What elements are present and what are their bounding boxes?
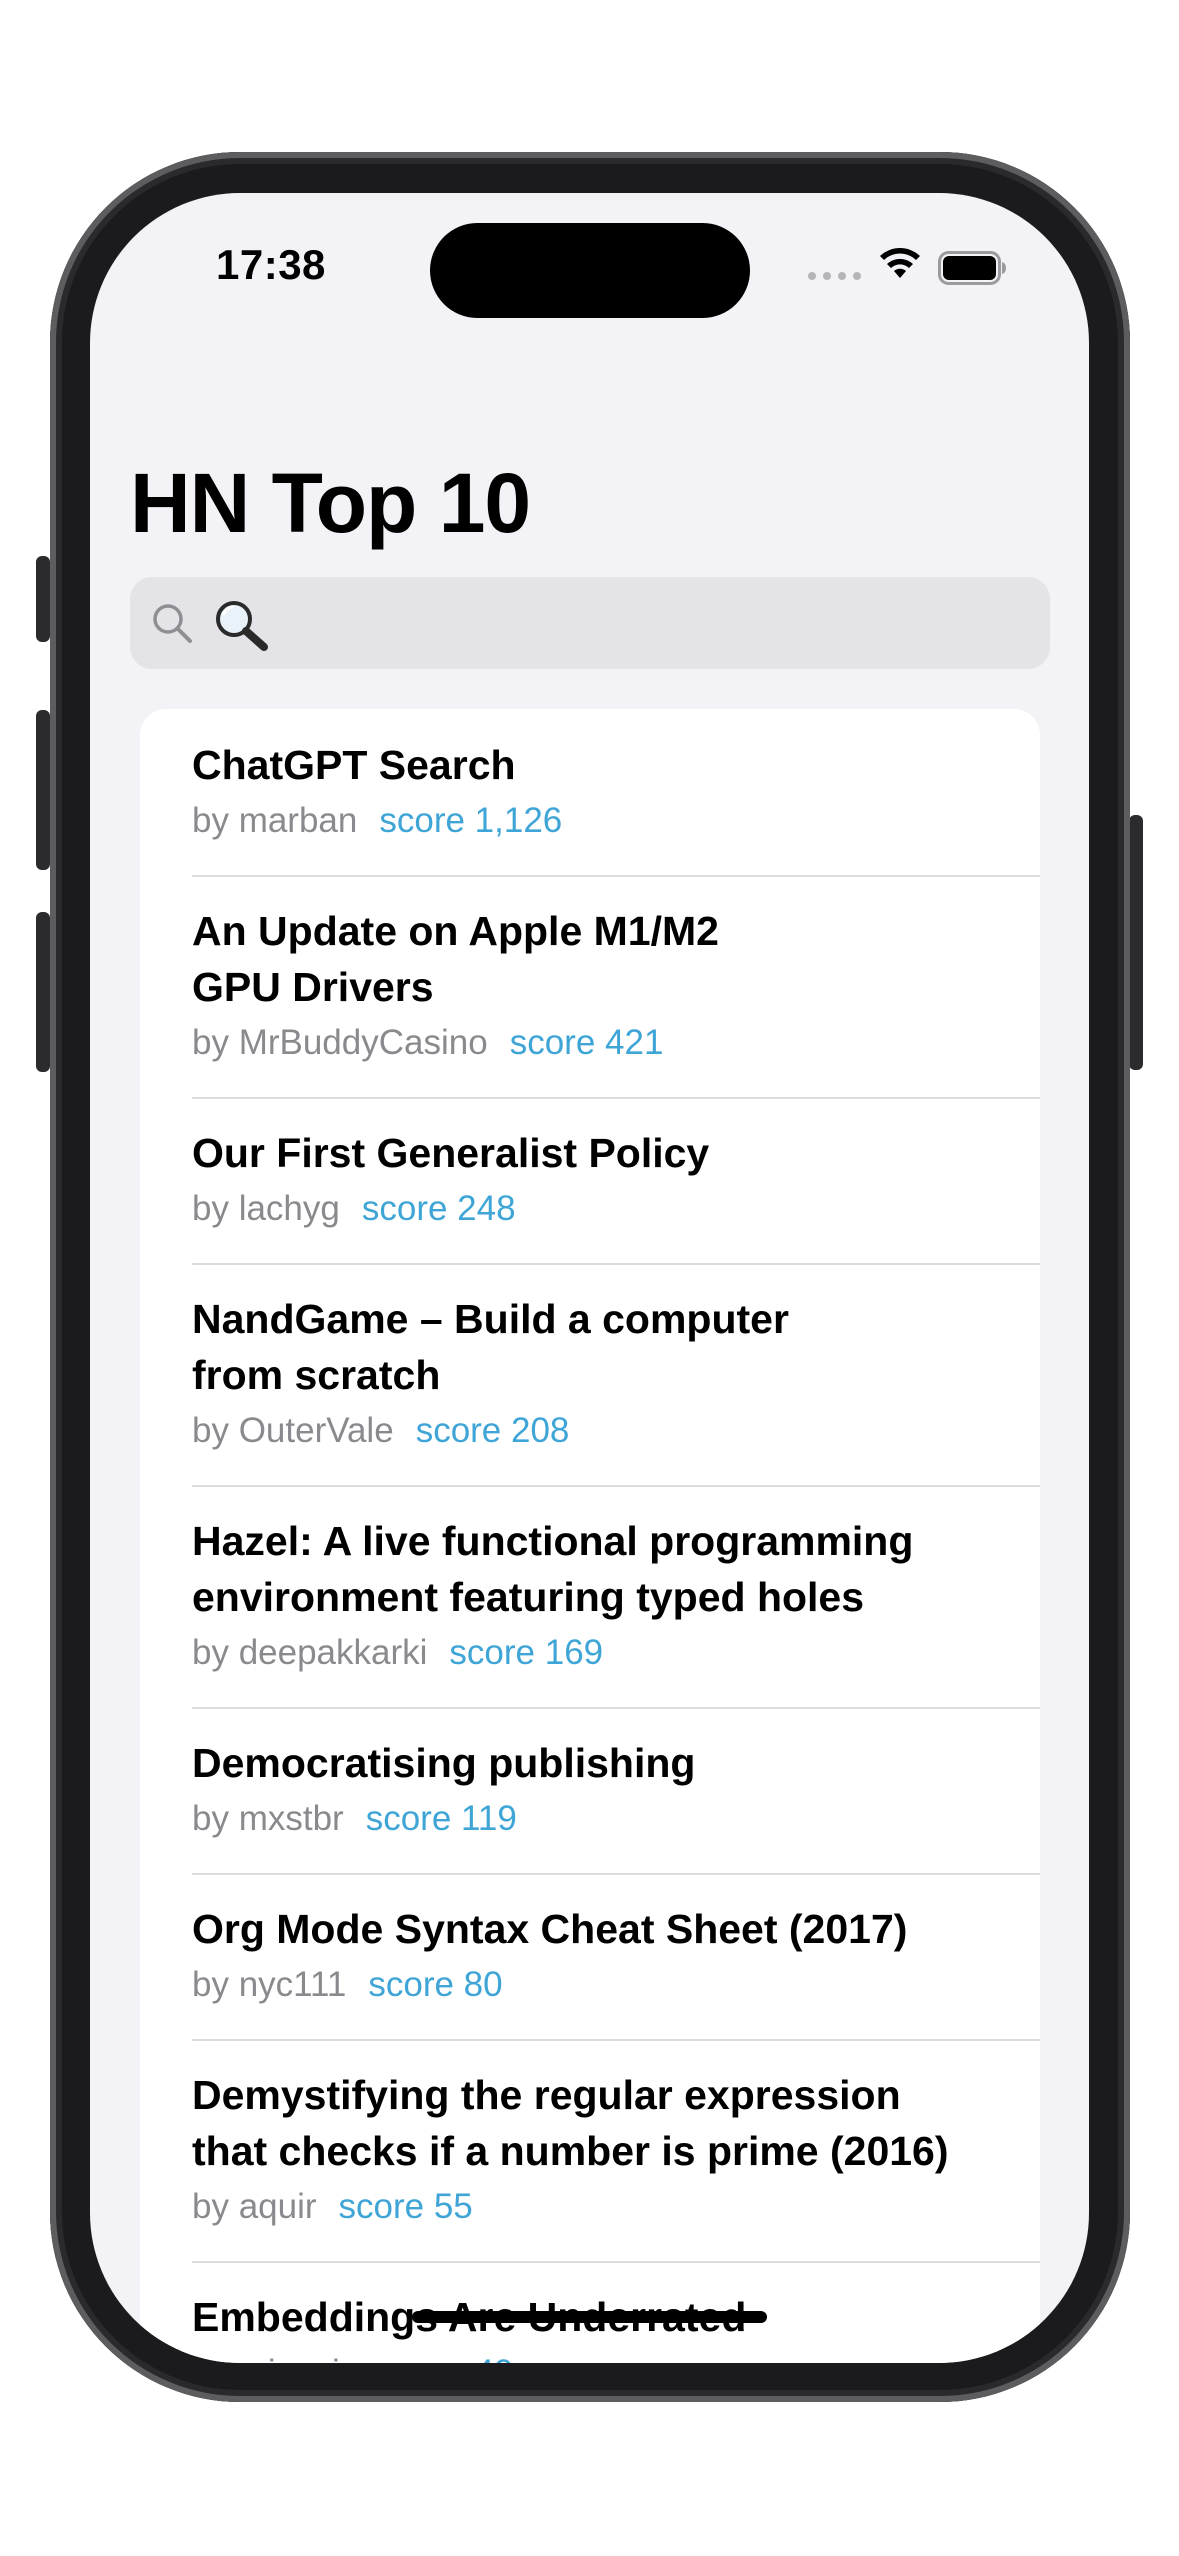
search-icon bbox=[153, 604, 192, 643]
story-author: by deepakkarki bbox=[192, 1633, 428, 1672]
story-title: An Update on Apple M1/M2 GPU Drivers bbox=[192, 908, 719, 1010]
magnifying-glass-emoji-icon bbox=[216, 601, 268, 651]
story-meta: by lachyg score 248 bbox=[192, 1183, 1020, 1235]
story-author: by nyc111 bbox=[192, 1965, 347, 2004]
story-score: score 421 bbox=[509, 1023, 664, 1062]
story-score: score 169 bbox=[449, 1633, 604, 1672]
wifi-icon bbox=[880, 248, 920, 278]
story-author: by aquir bbox=[192, 2187, 317, 2226]
dynamic-island bbox=[430, 223, 750, 318]
story-score: score 1,126 bbox=[379, 801, 563, 840]
story-score: score 119 bbox=[365, 1799, 517, 1838]
story-meta: by mxstbr score 119 bbox=[192, 1793, 1020, 1845]
page-title: HN Top 10 bbox=[130, 456, 531, 550]
story-author: by MrBuddyCasino bbox=[192, 1023, 488, 1062]
volume-up-button bbox=[36, 710, 50, 870]
action-button bbox=[36, 556, 50, 642]
story-author: by mxstbr bbox=[192, 1799, 344, 1838]
story-meta: by misonic score 49 bbox=[192, 2347, 1020, 2363]
story-title: Our First Generalist Policy bbox=[192, 1130, 710, 1176]
story-row[interactable]: NandGame – Build a computer from scratch… bbox=[140, 1263, 1040, 1485]
search-input[interactable] bbox=[280, 577, 1030, 671]
story-score: score 248 bbox=[361, 1189, 516, 1228]
status-time: 17:38 bbox=[216, 241, 326, 288]
story-meta: by OuterVale score 208 bbox=[192, 1405, 1020, 1457]
story-score: score 80 bbox=[368, 1965, 503, 2004]
search-bar[interactable]: 🔍 bbox=[130, 577, 1050, 671]
story-title: NandGame – Build a computer from scratch bbox=[192, 1296, 789, 1398]
story-meta: by MrBuddyCasino score 421 bbox=[192, 1017, 1020, 1069]
story-row[interactable]: Demystifying the regular expression that… bbox=[140, 2039, 1040, 2261]
story-list: ChatGPT Search by marban score 1,126 An U… bbox=[140, 709, 1040, 2363]
story-meta: by nyc111 score 80 bbox=[192, 1959, 1020, 2011]
side-button bbox=[1129, 815, 1143, 1070]
story-row[interactable]: Hazel: A live functional programming env… bbox=[140, 1485, 1040, 1707]
story-title: Demystifying the regular expression that… bbox=[192, 2072, 949, 2174]
story-score: score 208 bbox=[415, 1411, 570, 1450]
story-row[interactable]: Democratising publishing by mxstbr score … bbox=[140, 1707, 1040, 1873]
story-author: by marban bbox=[192, 801, 358, 840]
story-author: by misonic bbox=[192, 2353, 357, 2363]
story-meta: by aquir score 55 bbox=[192, 2181, 1020, 2233]
story-row[interactable]: Org Mode Syntax Cheat Sheet (2017) by ny… bbox=[140, 1873, 1040, 2039]
story-title: ChatGPT Search bbox=[192, 742, 516, 788]
story-row[interactable]: An Update on Apple M1/M2 GPU Drivers by … bbox=[140, 875, 1040, 1097]
story-title: Hazel: A live functional programming env… bbox=[192, 1518, 914, 1620]
story-author: by lachyg bbox=[192, 1189, 340, 1228]
story-title: Org Mode Syntax Cheat Sheet (2017) bbox=[192, 1906, 908, 1952]
volume-down-button bbox=[36, 912, 50, 1072]
story-title: Democratising publishing bbox=[192, 1740, 696, 1786]
story-row[interactable]: Our First Generalist Policy by lachyg sco… bbox=[140, 1097, 1040, 1263]
story-row[interactable]: ChatGPT Search by marban score 1,126 bbox=[140, 709, 1040, 875]
story-score: score 55 bbox=[338, 2187, 473, 2226]
story-meta: by marban score 1,126 bbox=[192, 795, 1020, 847]
story-score: score 49 bbox=[379, 2353, 513, 2363]
cellular-signal-icon bbox=[808, 272, 861, 280]
story-author: by OuterVale bbox=[192, 1411, 394, 1450]
home-indicator[interactable] bbox=[412, 2311, 767, 2323]
battery-icon bbox=[938, 251, 1006, 285]
story-meta: by deepakkarki score 169 bbox=[192, 1627, 1020, 1679]
phone-screen: 17:38 HN Top 10 🔍 ChatGPT Search by mar bbox=[90, 193, 1089, 2363]
